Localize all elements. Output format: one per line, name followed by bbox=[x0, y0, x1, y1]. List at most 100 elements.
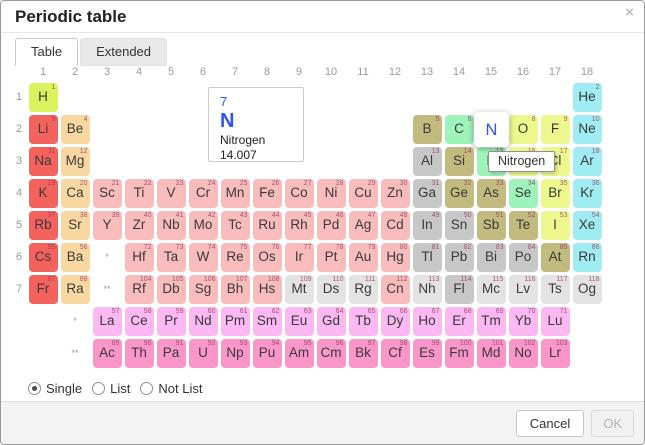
element-cell-u[interactable]: 92U bbox=[189, 339, 218, 368]
element-cell-rb[interactable]: 37Rb bbox=[29, 211, 58, 240]
element-cell-hg[interactable]: 80Hg bbox=[381, 243, 410, 272]
element-cell-cd[interactable]: 48Cd bbox=[381, 211, 410, 240]
element-cell-fe[interactable]: 26Fe bbox=[253, 179, 282, 208]
element-cell-lr[interactable]: 103Lr bbox=[541, 339, 570, 368]
element-cell-sn[interactable]: 50Sn bbox=[445, 211, 474, 240]
element-cell-na[interactable]: 11Na bbox=[29, 147, 58, 176]
element-cell-er[interactable]: 68Er bbox=[445, 307, 474, 336]
element-cell-ni[interactable]: 28Ni bbox=[317, 179, 346, 208]
element-cell-si[interactable]: 14Si bbox=[445, 147, 474, 176]
element-cell-cu[interactable]: 29Cu bbox=[349, 179, 378, 208]
cancel-button[interactable]: Cancel bbox=[516, 410, 584, 437]
element-cell-ir[interactable]: 77Ir bbox=[285, 243, 314, 272]
element-cell-sr[interactable]: 38Sr bbox=[61, 211, 90, 240]
element-cell-pr[interactable]: 59Pr bbox=[157, 307, 186, 336]
element-cell-w[interactable]: 74W bbox=[189, 243, 218, 272]
element-cell-pa[interactable]: 91Pa bbox=[157, 339, 186, 368]
element-cell-rn[interactable]: 86Rn bbox=[573, 243, 602, 272]
radio-option-list[interactable]: List bbox=[92, 381, 130, 396]
element-cell-ce[interactable]: 58Ce bbox=[125, 307, 154, 336]
element-cell-fm[interactable]: 100Fm bbox=[445, 339, 474, 368]
element-cell-og[interactable]: 118Og bbox=[573, 275, 602, 304]
element-cell-bk[interactable]: 97Bk bbox=[349, 339, 378, 368]
element-cell-am[interactable]: 95Am bbox=[285, 339, 314, 368]
element-cell-o[interactable]: 8O bbox=[509, 115, 538, 144]
element-cell-cr[interactable]: 24Cr bbox=[189, 179, 218, 208]
element-cell-kr[interactable]: 36Kr bbox=[573, 179, 602, 208]
element-cell-al[interactable]: 13Al bbox=[413, 147, 442, 176]
element-cell-hf[interactable]: 72Hf bbox=[125, 243, 154, 272]
element-cell-he[interactable]: 2He bbox=[573, 83, 602, 112]
element-cell-ge[interactable]: 32Ge bbox=[445, 179, 474, 208]
element-cell-ho[interactable]: 67Ho bbox=[413, 307, 442, 336]
element-cell-rh[interactable]: 45Rh bbox=[285, 211, 314, 240]
element-cell-ts[interactable]: 117Ts bbox=[541, 275, 570, 304]
radio-option-single[interactable]: Single bbox=[28, 381, 82, 396]
element-cell-cm[interactable]: 96Cm bbox=[317, 339, 346, 368]
element-cell-po[interactable]: 84Po bbox=[509, 243, 538, 272]
element-cell-ar[interactable]: 18Ar bbox=[573, 147, 602, 176]
element-cell-pt[interactable]: 78Pt bbox=[317, 243, 346, 272]
element-cell-ta[interactable]: 73Ta bbox=[157, 243, 186, 272]
element-cell-db[interactable]: 105Db bbox=[157, 275, 186, 304]
element-cell-mc[interactable]: 115Mc bbox=[477, 275, 506, 304]
element-cell-sg[interactable]: 106Sg bbox=[189, 275, 218, 304]
element-cell-k[interactable]: 19K bbox=[29, 179, 58, 208]
element-cell-rf[interactable]: 104Rf bbox=[125, 275, 154, 304]
element-cell-lu[interactable]: 71Lu bbox=[541, 307, 570, 336]
element-cell-os[interactable]: 76Os bbox=[253, 243, 282, 272]
close-icon[interactable]: × bbox=[625, 6, 634, 20]
ok-button[interactable]: OK bbox=[591, 410, 634, 437]
element-cell-ga[interactable]: 31Ga bbox=[413, 179, 442, 208]
element-cell-np[interactable]: 93Np bbox=[221, 339, 250, 368]
element-cell-pb[interactable]: 82Pb bbox=[445, 243, 474, 272]
element-cell-sc[interactable]: 21Sc bbox=[93, 179, 122, 208]
element-cell-te[interactable]: 52Te bbox=[509, 211, 538, 240]
element-cell-sb[interactable]: 51Sb bbox=[477, 211, 506, 240]
element-cell-tb[interactable]: 65Tb bbox=[349, 307, 378, 336]
element-cell-ba[interactable]: 56Ba bbox=[61, 243, 90, 272]
element-cell-n[interactable]: 7N bbox=[473, 111, 508, 146]
element-cell-ac[interactable]: 89Ac bbox=[93, 339, 122, 368]
element-cell-cn[interactable]: 112Cn bbox=[381, 275, 410, 304]
element-cell-tc[interactable]: 43Tc bbox=[221, 211, 250, 240]
element-cell-v[interactable]: 23V bbox=[157, 179, 186, 208]
element-cell-bi[interactable]: 83Bi bbox=[477, 243, 506, 272]
element-cell-fr[interactable]: 87Fr bbox=[29, 275, 58, 304]
element-cell-mt[interactable]: 109Mt bbox=[285, 275, 314, 304]
element-cell-zn[interactable]: 30Zn bbox=[381, 179, 410, 208]
element-cell-mn[interactable]: 25Mn bbox=[221, 179, 250, 208]
element-cell-th[interactable]: 90Th bbox=[125, 339, 154, 368]
element-cell-yb[interactable]: 70Yb bbox=[509, 307, 538, 336]
element-cell-ds[interactable]: 110Ds bbox=[317, 275, 346, 304]
element-cell-tl[interactable]: 81Tl bbox=[413, 243, 442, 272]
tab-table[interactable]: Table bbox=[15, 38, 78, 66]
element-cell-pu[interactable]: 94Pu bbox=[253, 339, 282, 368]
element-cell-be[interactable]: 4Be bbox=[61, 115, 90, 144]
radio-option-not-list[interactable]: Not List bbox=[140, 381, 202, 396]
element-cell-dy[interactable]: 66Dy bbox=[381, 307, 410, 336]
element-cell-nd[interactable]: 60Nd bbox=[189, 307, 218, 336]
element-cell-fl[interactable]: 114Fl bbox=[445, 275, 474, 304]
element-cell-ra[interactable]: 88Ra bbox=[61, 275, 90, 304]
element-cell-pd[interactable]: 46Pd bbox=[317, 211, 346, 240]
element-cell-la[interactable]: 57La bbox=[93, 307, 122, 336]
element-cell-i[interactable]: 53I bbox=[541, 211, 570, 240]
element-cell-b[interactable]: 5B bbox=[413, 115, 442, 144]
radio-icon[interactable] bbox=[92, 382, 105, 395]
element-cell-as[interactable]: 33As bbox=[477, 179, 506, 208]
element-cell-h[interactable]: 1H bbox=[29, 83, 58, 112]
element-cell-lv[interactable]: 116Lv bbox=[509, 275, 538, 304]
element-cell-es[interactable]: 99Es bbox=[413, 339, 442, 368]
element-cell-se[interactable]: 34Se bbox=[509, 179, 538, 208]
element-cell-eu[interactable]: 63Eu bbox=[285, 307, 314, 336]
element-cell-in[interactable]: 49In bbox=[413, 211, 442, 240]
element-cell-cs[interactable]: 55Cs bbox=[29, 243, 58, 272]
element-cell-no[interactable]: 102No bbox=[509, 339, 538, 368]
element-cell-f[interactable]: 9F bbox=[541, 115, 570, 144]
element-cell-mo[interactable]: 42Mo bbox=[189, 211, 218, 240]
element-cell-co[interactable]: 27Co bbox=[285, 179, 314, 208]
element-cell-pm[interactable]: 61Pm bbox=[221, 307, 250, 336]
element-cell-tm[interactable]: 69Tm bbox=[477, 307, 506, 336]
element-cell-li[interactable]: 3Li bbox=[29, 115, 58, 144]
